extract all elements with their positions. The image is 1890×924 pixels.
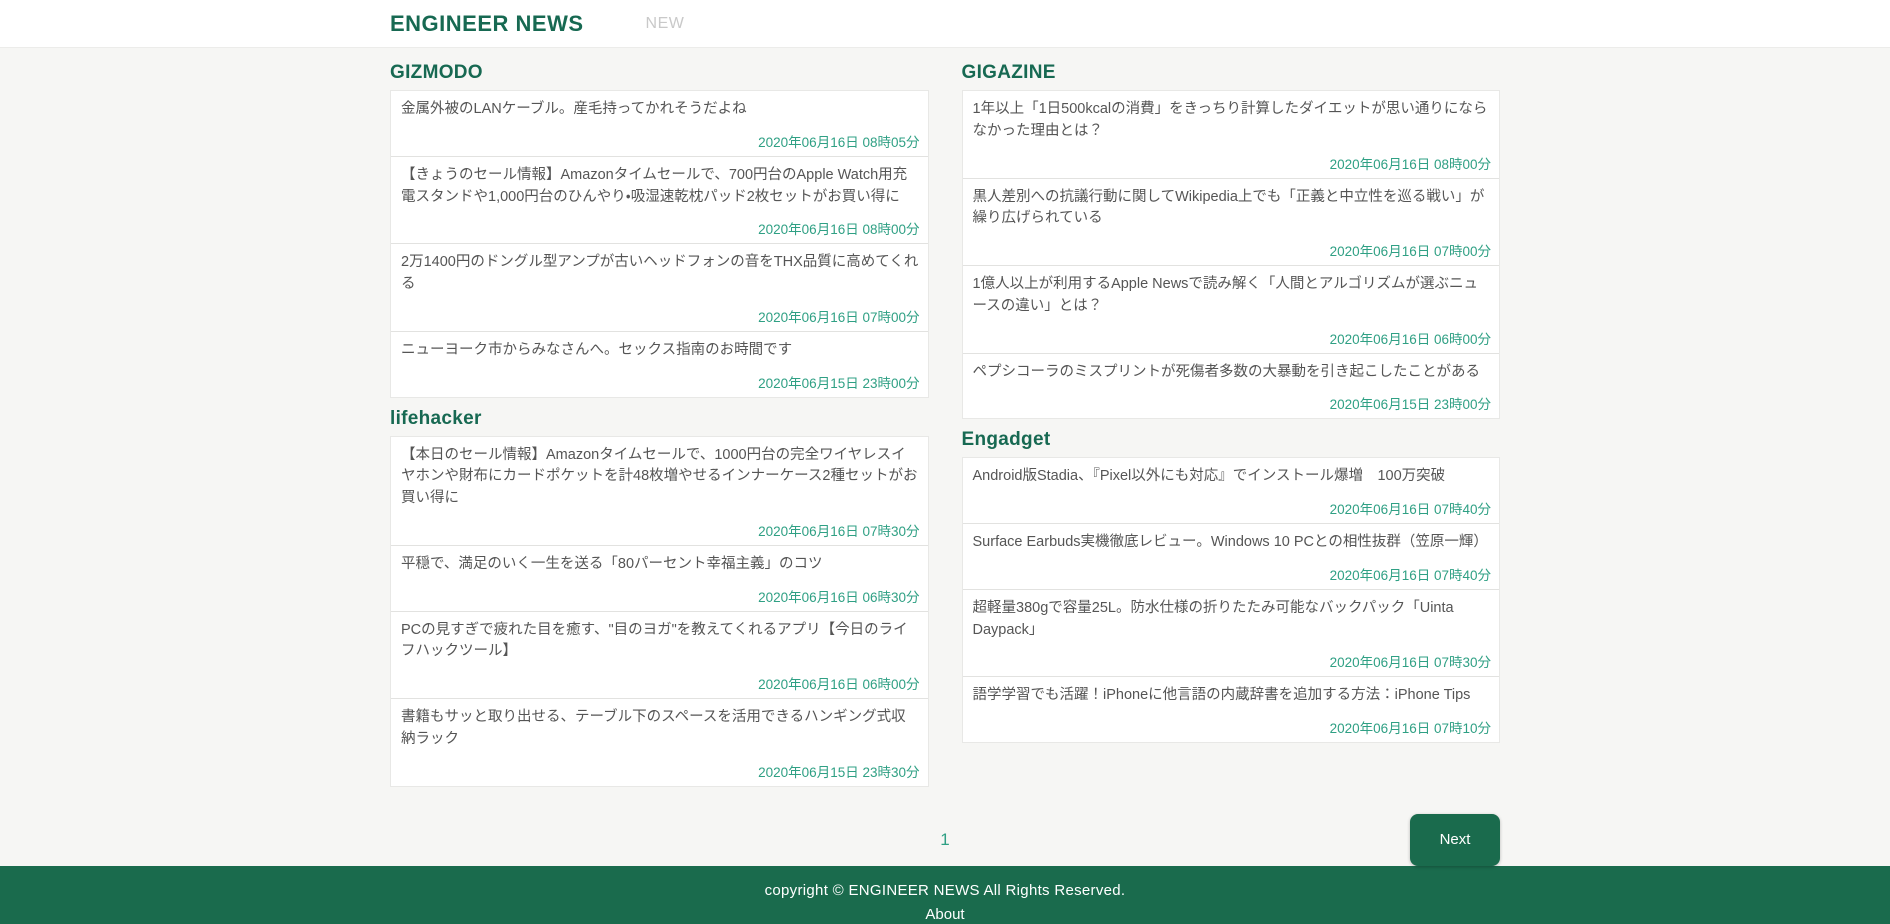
news-columns: GIZMODO 金属外被のLANケーブル。産毛持ってかれそうだよね 2020年0… — [390, 48, 1500, 797]
article-timestamp: 2020年06月16日 08時00分 — [401, 218, 920, 238]
article-timestamp: 2020年06月16日 06時00分 — [973, 328, 1492, 348]
article-title: 書籍もサッと取り出せる、テーブル下のスペースを活用できるハンギング式収納ラック — [401, 707, 920, 751]
article-title: 【本日のセール情報】Amazonタイムセールで、1000円台の完全ワイヤレスイヤ… — [401, 445, 920, 510]
article-card[interactable]: 超軽量380gで容量25L。防水仕様の折りたたみ可能なバックパック「Uinta … — [963, 589, 1500, 677]
section-engadget: Engadget Android版Stadia、『Pixel以外にも対応』でイン… — [962, 429, 1501, 743]
article-card[interactable]: 【本日のセール情報】Amazonタイムセールで、1000円台の完全ワイヤレスイヤ… — [391, 437, 928, 545]
section-title-engadget: Engadget — [962, 429, 1501, 451]
article-title: 黒人差別への抗議行動に関してWikipedia上でも「正義と中立性を巡る戦い」が… — [973, 187, 1492, 231]
article-list: 1年以上「1日500kcalの消費」をきっちり計算したダイエットが思い通りになら… — [962, 90, 1501, 419]
article-card[interactable]: Android版Stadia、『Pixel以外にも対応』でインストール爆増 10… — [963, 458, 1500, 523]
article-timestamp: 2020年06月16日 07時40分 — [973, 498, 1492, 518]
article-timestamp: 2020年06月16日 07時10分 — [973, 717, 1492, 737]
article-title: 【きょうのセール情報】Amazonタイムセールで、700円台のApple Wat… — [401, 165, 920, 209]
article-timestamp: 2020年06月16日 07時00分 — [973, 240, 1492, 260]
site-title[interactable]: ENGINEER NEWS — [390, 11, 584, 37]
article-list: Android版Stadia、『Pixel以外にも対応』でインストール爆増 10… — [962, 457, 1501, 743]
article-timestamp: 2020年06月16日 07時00分 — [401, 306, 920, 326]
article-card[interactable]: 語学学習でも活躍！iPhoneに他言語の内蔵辞書を追加する方法：iPhone T… — [963, 676, 1500, 742]
main-nav: NEW — [646, 15, 685, 33]
section-lifehacker: lifehacker 【本日のセール情報】Amazonタイムセールで、1000円… — [390, 408, 929, 787]
article-timestamp: 2020年06月16日 08時05分 — [401, 131, 920, 151]
article-timestamp: 2020年06月16日 06時00分 — [401, 673, 920, 693]
section-title-gizmodo: GIZMODO — [390, 62, 929, 84]
article-timestamp: 2020年06月16日 07時30分 — [401, 520, 920, 540]
article-timestamp: 2020年06月15日 23時30分 — [401, 761, 920, 781]
about-link[interactable]: About — [925, 904, 964, 924]
article-title: 2万1400円のドングル型アンプが古いヘッドフォンの音をTHX品質に高めてくれる — [401, 252, 920, 296]
article-card[interactable]: 1年以上「1日500kcalの消費」をきっちり計算したダイエットが思い通りになら… — [963, 91, 1500, 178]
app-header: ENGINEER NEWS NEW — [0, 0, 1890, 48]
article-card[interactable]: ニューヨーク市からみなさんへ。セックス指南のお時間です 2020年06月15日 … — [391, 331, 928, 397]
content-container: GIZMODO 金属外被のLANケーブル。産毛持ってかれそうだよね 2020年0… — [390, 48, 1500, 866]
header-inner: ENGINEER NEWS NEW — [390, 0, 1500, 47]
article-card[interactable]: 書籍もサッと取り出せる、テーブル下のスペースを活用できるハンギング式収納ラック … — [391, 698, 928, 786]
next-button[interactable]: Next — [1410, 814, 1500, 866]
article-title: 1億人以上が利用するApple Newsで読み解く「人間とアルゴリズムが選ぶニュ… — [973, 274, 1492, 318]
right-column: GIGAZINE 1年以上「1日500kcalの消費」をきっちり計算したダイエッ… — [962, 60, 1501, 797]
article-title: Android版Stadia、『Pixel以外にも対応』でインストール爆増 10… — [973, 466, 1492, 488]
article-timestamp: 2020年06月16日 07時40分 — [973, 564, 1492, 584]
article-list: 【本日のセール情報】Amazonタイムセールで、1000円台の完全ワイヤレスイヤ… — [390, 436, 929, 787]
page-number[interactable]: 1 — [940, 830, 949, 850]
article-title: 1年以上「1日500kcalの消費」をきっちり計算したダイエットが思い通りになら… — [973, 99, 1492, 143]
article-title: 語学学習でも活躍！iPhoneに他言語の内蔵辞書を追加する方法：iPhone T… — [973, 685, 1492, 707]
left-column: GIZMODO 金属外被のLANケーブル。産毛持ってかれそうだよね 2020年0… — [390, 60, 929, 797]
article-title: 超軽量380gで容量25L。防水仕様の折りたたみ可能なバックパック「Uinta … — [973, 598, 1492, 642]
article-list: 金属外被のLANケーブル。産毛持ってかれそうだよね 2020年06月16日 08… — [390, 90, 929, 398]
article-timestamp: 2020年06月16日 06時30分 — [401, 586, 920, 606]
article-card[interactable]: 2万1400円のドングル型アンプが古いヘッドフォンの音をTHX品質に高めてくれる… — [391, 243, 928, 331]
article-timestamp: 2020年06月15日 23時00分 — [973, 393, 1492, 413]
article-card[interactable]: 1億人以上が利用するApple Newsで読み解く「人間とアルゴリズムが選ぶニュ… — [963, 265, 1500, 353]
section-gizmodo: GIZMODO 金属外被のLANケーブル。産毛持ってかれそうだよね 2020年0… — [390, 62, 929, 398]
article-card[interactable]: Surface Earbuds実機徹底レビュー。Windows 10 PCとの相… — [963, 523, 1500, 589]
article-card[interactable]: 黒人差別への抗議行動に関してWikipedia上でも「正義と中立性を巡る戦い」が… — [963, 178, 1500, 266]
article-timestamp: 2020年06月16日 07時30分 — [973, 651, 1492, 671]
article-title: ニューヨーク市からみなさんへ。セックス指南のお時間です — [401, 340, 920, 362]
footer: copyright © ENGINEER NEWS All Rights Res… — [0, 866, 1890, 924]
article-card[interactable]: 【きょうのセール情報】Amazonタイムセールで、700円台のApple Wat… — [391, 156, 928, 244]
section-gigazine: GIGAZINE 1年以上「1日500kcalの消費」をきっちり計算したダイエッ… — [962, 62, 1501, 419]
copyright-text: copyright © ENGINEER NEWS All Rights Res… — [0, 880, 1890, 902]
article-timestamp: 2020年06月16日 08時00分 — [973, 153, 1492, 173]
article-title: 平穏で、満足のいく一生を送る「80パーセント幸福主義」のコツ — [401, 554, 920, 576]
article-card[interactable]: 平穏で、満足のいく一生を送る「80パーセント幸福主義」のコツ 2020年06月1… — [391, 545, 928, 611]
pagination: 1 Next — [390, 814, 1500, 866]
article-card[interactable]: PCの見すぎで疲れた目を癒す、"目のヨガ"を教えてくれるアプリ【今日のライフハッ… — [391, 611, 928, 699]
article-title: PCの見すぎで疲れた目を癒す、"目のヨガ"を教えてくれるアプリ【今日のライフハッ… — [401, 620, 920, 664]
section-title-lifehacker: lifehacker — [390, 408, 929, 430]
article-timestamp: 2020年06月15日 23時00分 — [401, 372, 920, 392]
article-card[interactable]: ペプシコーラのミスプリントが死傷者多数の大暴動を引き起こしたことがある 2020… — [963, 353, 1500, 419]
article-card[interactable]: 金属外被のLANケーブル。産毛持ってかれそうだよね 2020年06月16日 08… — [391, 91, 928, 156]
article-title: 金属外被のLANケーブル。産毛持ってかれそうだよね — [401, 99, 920, 121]
section-title-gigazine: GIGAZINE — [962, 62, 1501, 84]
main-content: GIZMODO 金属外被のLANケーブル。産毛持ってかれそうだよね 2020年0… — [0, 48, 1890, 866]
article-title: ペプシコーラのミスプリントが死傷者多数の大暴動を引き起こしたことがある — [973, 362, 1492, 384]
nav-item-new[interactable]: NEW — [646, 15, 685, 32]
article-title: Surface Earbuds実機徹底レビュー。Windows 10 PCとの相… — [973, 532, 1492, 554]
